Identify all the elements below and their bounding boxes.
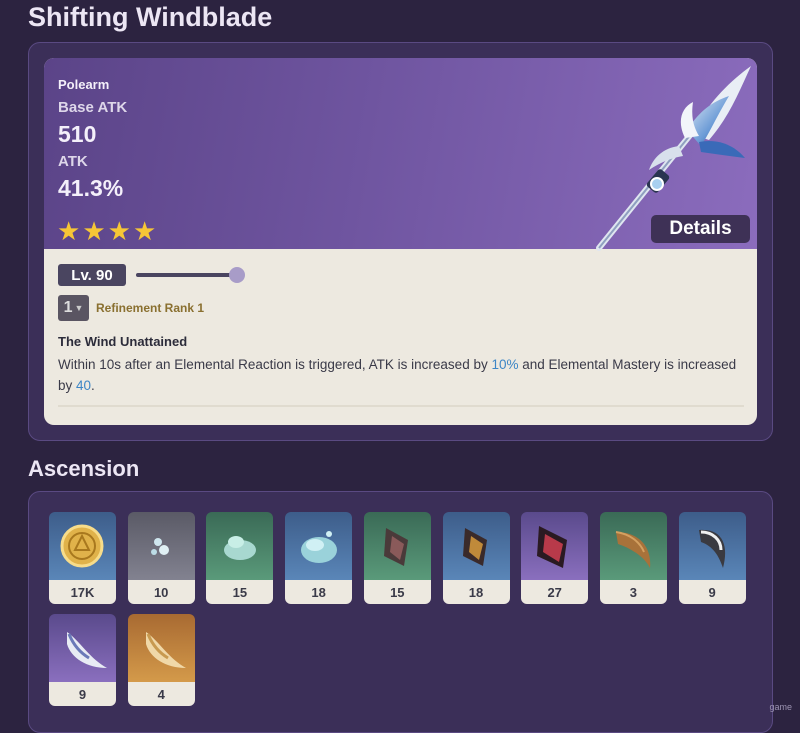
level-slider-thumb[interactable] [229, 267, 245, 283]
star-icon: ★ [107, 216, 131, 246]
ascension-item[interactable]: 9 [49, 614, 116, 706]
slime-condensate-icon [127, 512, 195, 580]
item-count: 18 [442, 580, 510, 604]
horn-green-icon [599, 512, 667, 580]
passive-text: . [91, 378, 95, 393]
divider [58, 405, 744, 407]
passive-text: Within 10s after an Elemental Reaction i… [58, 357, 492, 372]
base-atk-value: 510 [58, 121, 97, 147]
item-count: 15 [206, 580, 274, 604]
ascension-item[interactable]: 17K [49, 512, 116, 604]
weapon-type: Polearm [58, 77, 110, 92]
item-count: 3 [599, 580, 667, 604]
item-count: 27 [521, 580, 589, 604]
base-atk-label: Base ATK [58, 99, 128, 116]
item-count: 18 [285, 580, 353, 604]
chevron-down-icon: ▼ [74, 303, 84, 313]
substat-value: 41.3% [58, 175, 124, 201]
weapon-card-header: Polearm Base ATK 510 ATK 41.3% ★ ★ ★ ★ D… [44, 58, 757, 251]
refinement-label: Refinement Rank 1 [96, 301, 205, 315]
refinement-value: 1 [63, 299, 73, 316]
page-title: Shifting Windblade [28, 2, 273, 32]
fragment-purple-icon [521, 512, 589, 580]
details-button[interactable]: Details [651, 215, 750, 243]
refinement-select[interactable]: 1 ▼ [58, 295, 89, 321]
ascension-item[interactable]: 27 [521, 512, 589, 604]
ascension-item[interactable]: 10 [127, 512, 195, 604]
ascension-panel: 17K 10 15 18 15 18 27 3 9 9 4 [28, 491, 773, 733]
item-count: 9 [49, 682, 116, 706]
star-icon: ★ [82, 216, 106, 246]
ascension-item[interactable]: 18 [285, 512, 353, 604]
star-icon: ★ [57, 216, 81, 246]
passive-name: The Wind Unattained [58, 334, 188, 349]
ascension-item[interactable]: 3 [599, 512, 667, 604]
watermark: game [769, 702, 792, 712]
horn-blue-icon [678, 512, 746, 580]
slime-secretions-icon [206, 512, 274, 580]
passive-value-em: 40 [76, 378, 92, 393]
item-count: 15 [363, 580, 431, 604]
star-icon: ★ [132, 216, 157, 246]
rarity-stars: ★ ★ ★ ★ [57, 218, 156, 244]
fragment-green-icon [363, 512, 431, 580]
level-badge[interactable]: Lv. 90 [58, 264, 126, 286]
item-count: 9 [678, 580, 746, 604]
passive-description: Within 10s after an Elemental Reaction i… [58, 354, 748, 396]
level-slider-track[interactable] [136, 273, 236, 277]
ascension-title: Ascension [28, 456, 140, 481]
horn-purple-icon [49, 614, 116, 682]
ascension-item[interactable]: 15 [206, 512, 274, 604]
ascension-item[interactable]: 9 [678, 512, 746, 604]
item-count: 17K [49, 580, 116, 604]
item-count: 10 [127, 580, 195, 604]
item-count: 4 [127, 682, 195, 706]
weapon-card: Polearm Base ATK 510 ATK 41.3% ★ ★ ★ ★ D… [44, 58, 757, 425]
weapon-panel: Polearm Base ATK 510 ATK 41.3% ★ ★ ★ ★ D… [28, 42, 773, 441]
ascension-item[interactable]: 4 [127, 614, 195, 706]
fragment-blue-icon [442, 512, 510, 580]
horn-gold-icon [127, 614, 195, 682]
substat-label: ATK [58, 153, 88, 170]
ascension-item[interactable]: 15 [363, 512, 431, 604]
mora-coin-icon [49, 512, 116, 580]
ascension-item[interactable]: 18 [442, 512, 510, 604]
slime-concentrate-icon [285, 512, 353, 580]
passive-value-atk: 10% [491, 357, 519, 372]
